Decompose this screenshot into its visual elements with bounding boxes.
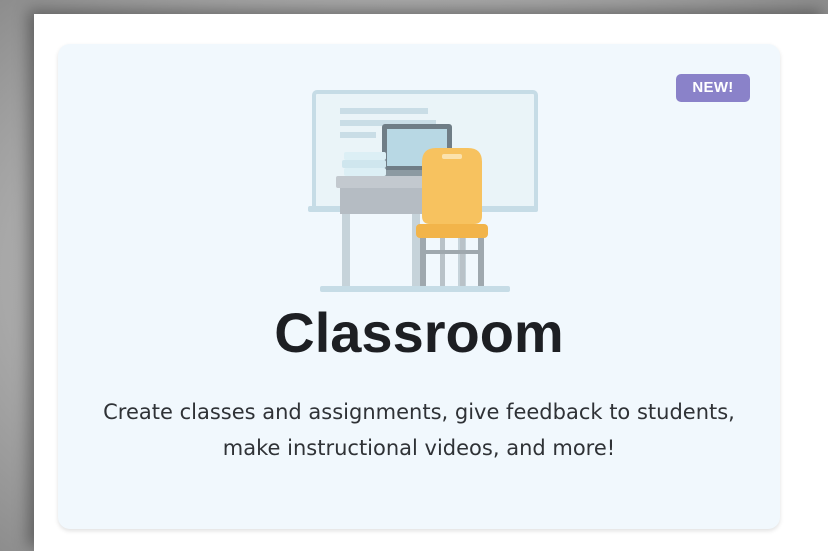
classroom-desk-chair-icon — [298, 74, 538, 296]
book-stack-icon — [342, 152, 386, 176]
card-title: Classroom — [274, 301, 564, 364]
new-badge: NEW! — [676, 74, 750, 102]
content-panel: NEW! Classroom Create classes and assign… — [34, 14, 828, 551]
chair-icon — [416, 148, 488, 288]
card-description: Create classes and assignments, give fee… — [103, 400, 735, 460]
floor-line — [320, 286, 510, 292]
classroom-card[interactable]: NEW! Classroom Create classes and assign… — [58, 44, 780, 529]
